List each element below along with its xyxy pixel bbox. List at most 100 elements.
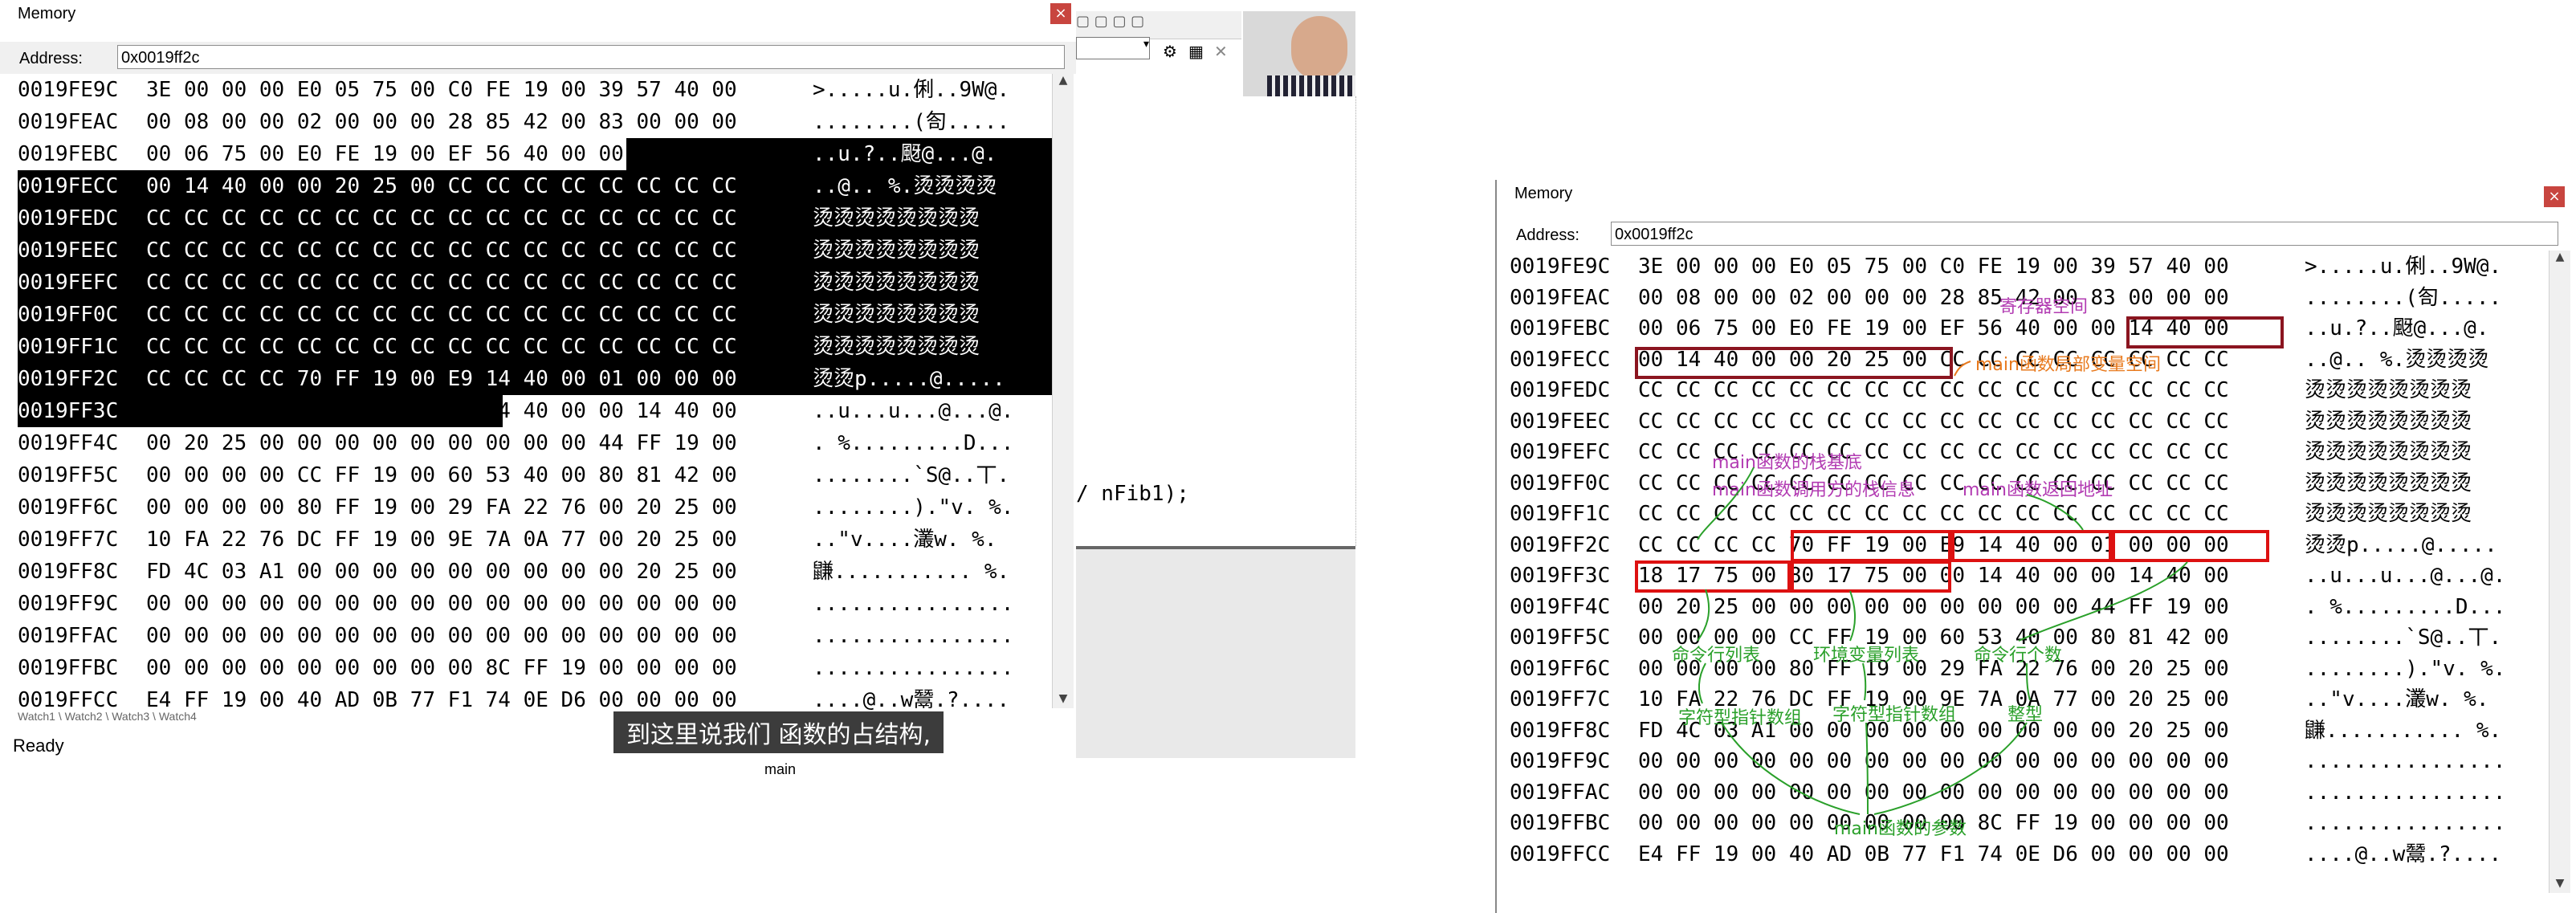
code-editor-area: / nFib1); <box>1076 96 1356 546</box>
memory-row[interactable]: 0019FF4C 00 20 25 00 00 00 00 00 00 00 00… <box>18 427 1054 459</box>
memory-address: 0019FF9C <box>18 592 119 616</box>
left-title-bar: Memory × <box>0 0 1076 29</box>
memory-hex-bytes: 00 14 40 00 00 20 25 00 CC CC CC CC CC C… <box>146 174 737 198</box>
arrow-char-ptr-2 <box>1862 662 1867 701</box>
arrow-cmd-count <box>2018 561 2188 642</box>
memory-hex-bytes: 00 20 25 00 00 00 00 00 00 00 00 00 44 F… <box>146 431 737 455</box>
memory-ascii: ................ <box>813 592 1014 616</box>
memory-hex-bytes: 00 00 00 00 00 00 00 00 00 00 00 00 00 0… <box>146 624 737 648</box>
right-memory-window: Memory × Address: 0x0019ff2c 0019FE9C 3E … <box>1495 180 2576 913</box>
memory-address: 0019FEDC <box>18 206 119 230</box>
memory-hex-bytes: CC CC CC CC CC CC CC CC CC CC CC CC CC C… <box>146 238 737 263</box>
toolbar-icons-top: ▢ ▢ ▢ ▢ <box>1076 13 1145 30</box>
webcam-person-head <box>1291 16 1347 80</box>
code-fragment: / nFib1); <box>1076 482 1189 506</box>
arrow-env-list <box>1849 590 1857 642</box>
memory-ascii: ..u.?..颬@...@. <box>813 142 997 166</box>
main-tab-label: main <box>764 761 797 777</box>
memory-address: 0019FF2C <box>18 367 119 391</box>
memory-hex-bytes: CC CC CC CC CC CC CC CC CC CC CC CC CC C… <box>146 335 737 359</box>
memory-row[interactable]: 0019FEFC CC CC CC CC CC CC CC CC CC CC CC… <box>18 267 1054 299</box>
arrow-char-ptr-1 <box>1698 662 1706 704</box>
memory-ascii: 鼸........... %. <box>813 560 1010 584</box>
left-close-icon[interactable]: × <box>1050 3 1071 24</box>
memory-address: 0019FECC <box>18 174 119 198</box>
toolbar-compile-icon[interactable]: ▦ <box>1188 42 1204 61</box>
memory-address: 0019FF5C <box>18 463 119 487</box>
memory-ascii: ..u...u...@...@. <box>813 399 1014 423</box>
arrow-local-space <box>1954 361 1971 377</box>
memory-hex-bytes: 00 00 00 00 80 FF 19 00 29 FA 22 76 00 2… <box>146 495 737 520</box>
left-address-input[interactable]: 0x0019ff2c <box>117 45 1065 69</box>
video-subtitle: 到这里说我们 函数的占结构, <box>613 711 944 753</box>
memory-ascii: ........(匌..... <box>813 110 1010 134</box>
memory-address: 0019FEAC <box>18 110 119 134</box>
left-address-label: Address: <box>19 50 83 67</box>
memory-row[interactable]: 0019FF7C 10 FA 22 76 DC FF 19 00 9E 7A 0A… <box>18 524 1054 556</box>
memory-row[interactable]: 0019FF6C 00 00 00 00 80 FF 19 00 29 FA 22… <box>18 491 1054 524</box>
left-memory-window: Memory × Address: 0x0019ff2c 0019FE9C 3E … <box>0 0 1076 913</box>
memory-hex-bytes: 00 00 00 00 00 00 00 00 00 8C FF 19 00 0… <box>146 656 737 680</box>
left-memory-dump: 0019FE9C 3E 00 00 00 E0 05 75 00 C0 FE 19… <box>18 74 1054 716</box>
memory-ascii: 烫烫烫烫烫烫烫烫 <box>813 303 980 327</box>
memory-ascii: 烫烫烫烫烫烫烫烫 <box>813 238 980 263</box>
toolbar-dropdown-icon[interactable]: ▾ <box>1076 37 1150 59</box>
memory-row[interactable]: 0019FF5C 00 00 00 00 CC FF 19 00 60 53 40… <box>18 459 1054 491</box>
left-vertical-scrollbar[interactable]: ▲ ▼ <box>1052 74 1074 708</box>
memory-address: 0019FEEC <box>18 238 119 263</box>
output-panel <box>1076 546 1355 758</box>
memory-row[interactable]: 0019FEAC 00 08 00 00 02 00 00 00 28 85 42… <box>18 106 1054 138</box>
memory-row[interactable]: 0019FF0C CC CC CC CC CC CC CC CC CC CC CC… <box>18 299 1054 331</box>
scroll-down-icon[interactable]: ▼ <box>1053 692 1074 708</box>
annotation-arrows <box>1697 361 2188 815</box>
ide-toolbar: ▾ ⚙ ▦ ✕ ▢ ▢ ▢ ▢ <box>1076 11 1241 61</box>
memory-ascii: ................ <box>813 656 1014 680</box>
toolbar-stop-icon[interactable]: ✕ <box>1214 42 1228 61</box>
memory-row[interactable]: 0019FFBC 00 00 00 00 00 00 00 00 00 8C FF… <box>18 652 1054 684</box>
memory-address: 0019FF1C <box>18 335 119 359</box>
memory-row[interactable]: 0019FECC 00 14 40 00 00 20 25 00 CC CC CC… <box>18 170 1054 202</box>
memory-ascii: .."v....灇w. %. <box>813 528 997 552</box>
memory-ascii: ........)."v. %. <box>813 495 1014 520</box>
memory-row[interactable]: 0019FF3C 18 17 75 00 80 17 75 00 00 14 40… <box>18 395 1054 427</box>
memory-hex-bytes: 00 00 00 00 00 00 00 00 00 00 00 00 00 0… <box>146 592 737 616</box>
memory-row[interactable]: 0019FE9C 3E 00 00 00 E0 05 75 00 C0 FE 19… <box>18 74 1054 106</box>
memory-ascii: 烫烫烫烫烫烫烫烫 <box>813 206 980 230</box>
memory-hex-bytes: 00 06 75 00 E0 FE 19 00 EF 56 40 00 00 1… <box>146 138 737 170</box>
memory-address: 0019FF8C <box>18 560 119 584</box>
memory-hex-bytes: 00 08 00 00 02 00 00 00 28 85 42 00 83 0… <box>146 110 737 134</box>
memory-row[interactable]: 0019FEDC CC CC CC CC CC CC CC CC CC CC CC… <box>18 202 1054 234</box>
memory-row[interactable]: 0019FF8C FD 4C 03 A1 00 00 00 00 00 00 00… <box>18 556 1054 588</box>
memory-row[interactable]: 0019FEBC 00 06 75 00 E0 FE 19 00 EF 56 40… <box>18 138 1054 170</box>
memory-ascii: 烫烫p.....@..... <box>813 367 1005 391</box>
memory-hex-bytes: 18 17 75 00 80 17 75 00 00 14 40 00 00 1… <box>146 395 737 427</box>
memory-address: 0019FFAC <box>18 624 119 648</box>
left-bottom-tabs[interactable]: Watch1 \ Watch2 \ Watch3 \ Watch4 <box>18 710 580 724</box>
memory-row[interactable]: 0019FF2C CC CC CC CC 70 FF 19 00 E9 14 40… <box>18 363 1054 395</box>
memory-hex-bytes: 00 00 00 00 CC FF 19 00 60 53 40 00 80 8… <box>146 463 737 487</box>
memory-hex-bytes: CC CC CC CC CC CC CC CC CC CC CC CC CC C… <box>146 271 737 295</box>
memory-row[interactable]: 0019FFAC 00 00 00 00 00 00 00 00 00 00 00… <box>18 620 1054 652</box>
arrow-return-addr <box>2026 494 2084 531</box>
memory-ascii: >.....u.俐..9W@. <box>813 78 1010 102</box>
memory-ascii: 烫烫烫烫烫烫烫烫 <box>813 335 980 359</box>
memory-row[interactable]: 0019FEEC CC CC CC CC CC CC CC CC CC CC CC… <box>18 234 1054 267</box>
memory-address: 0019FE9C <box>18 78 119 102</box>
arrow-integer <box>2026 662 2031 701</box>
memory-ascii: ..@.. %.烫烫烫烫 <box>813 174 997 198</box>
memory-hex-bytes: 3E 00 00 00 E0 05 75 00 C0 FE 19 00 39 5… <box>146 78 737 102</box>
memory-hex-bytes: CC CC CC CC CC CC CC CC CC CC CC CC CC C… <box>146 303 737 327</box>
status-ready: Ready <box>13 736 64 756</box>
memory-row[interactable]: 0019FF9C 00 00 00 00 00 00 00 00 00 00 00… <box>18 588 1054 620</box>
arrow-params-right <box>1873 722 2028 815</box>
arrow-params-left <box>1721 722 1861 815</box>
memory-row[interactable]: 0019FF1C CC CC CC CC CC CC CC CC CC CC CC… <box>18 331 1054 363</box>
scroll-up-icon[interactable]: ▲ <box>1053 74 1074 90</box>
memory-hex-bytes: CC CC CC CC 70 FF 19 00 E9 14 40 00 01 0… <box>146 367 737 391</box>
memory-address: 0019FF7C <box>18 528 119 552</box>
arrow-params-mid <box>1865 722 1869 815</box>
memory-address: 0019FF0C <box>18 303 119 327</box>
left-address-bar: Address: 0x0019ff2c <box>0 42 1076 74</box>
memory-ascii: 烫烫烫烫烫烫烫烫 <box>813 271 980 295</box>
toolbar-build-icon[interactable]: ⚙ <box>1163 42 1177 61</box>
